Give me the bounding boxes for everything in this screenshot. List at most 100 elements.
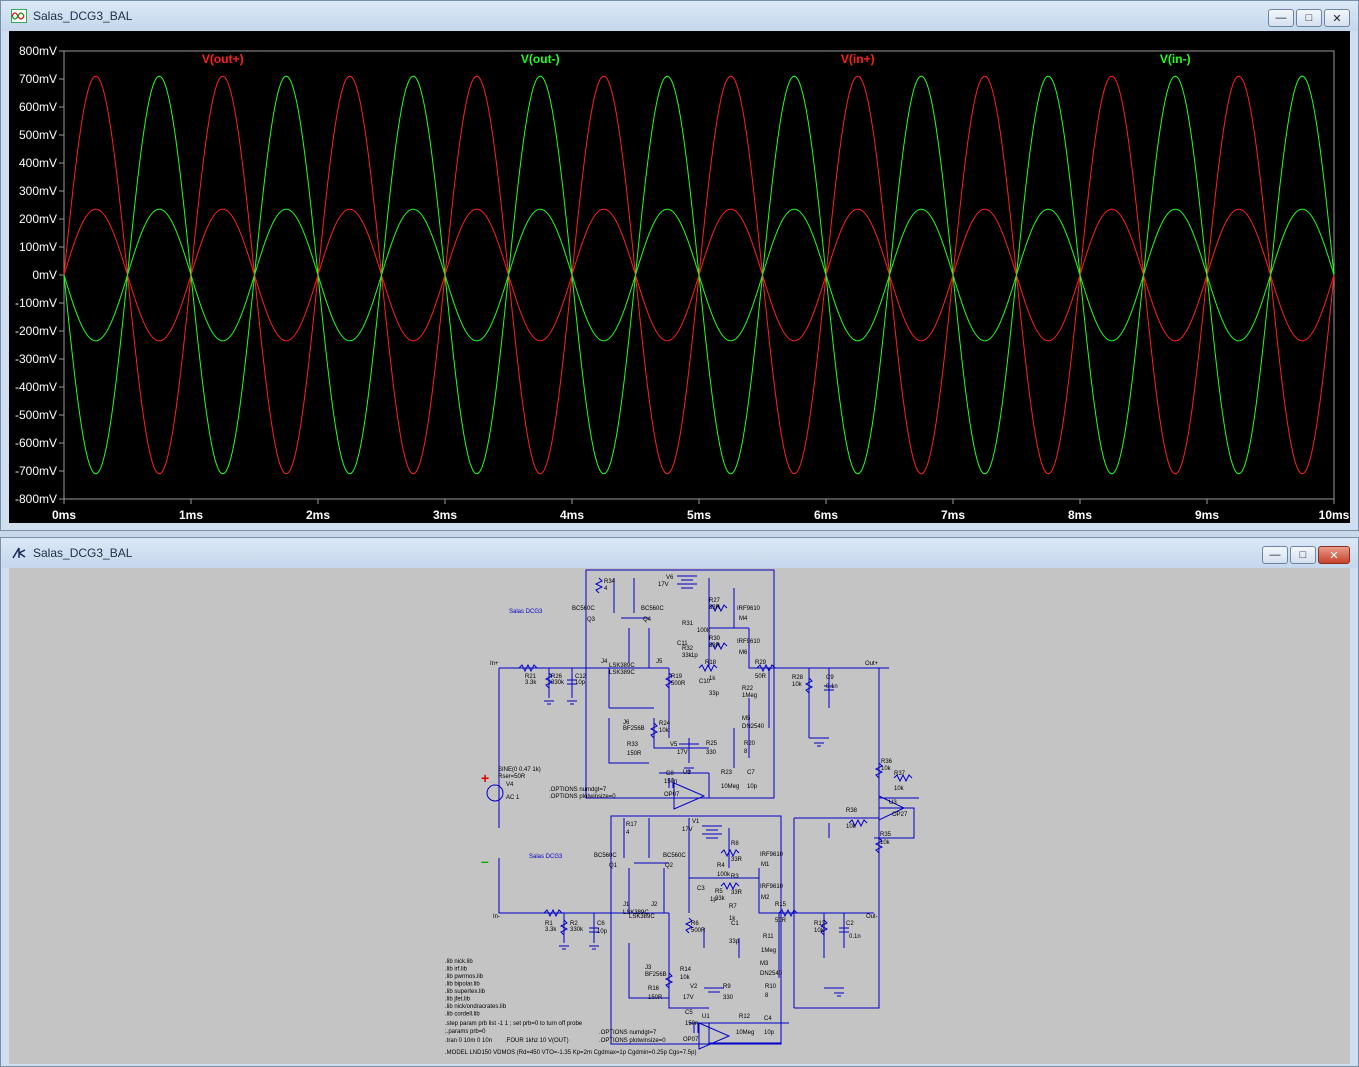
opamp-U1 [698, 1022, 731, 1050]
label-R11: R11 [763, 934, 774, 940]
x-tick-label: 8ms [1068, 508, 1092, 522]
plus-sign: + [481, 770, 489, 786]
label-R11v: 1Meg [761, 948, 776, 954]
schematic-canvas[interactable]: Salas DCG3 Salas DCG3 + – R34 4 V6 17V R27 33R BC5… [9, 568, 1350, 1064]
source-sine-label: SINE(0 0.47 1k) [498, 767, 541, 773]
label-R36: R36 [881, 759, 893, 765]
label-R36v: 10k [881, 766, 892, 772]
x-tick-label: 4ms [560, 508, 584, 522]
battery-V6 [677, 575, 697, 589]
source-name-label: V4 [506, 782, 514, 788]
schematic-titlebar[interactable]: Salas_DCG3_BAL — □ ✕ [1, 538, 1358, 568]
label-C2v: 0.1n [849, 934, 861, 940]
minimize-button[interactable]: — [1268, 9, 1294, 27]
resistor-R8 [720, 848, 740, 858]
y-tick-label: 0mV [32, 268, 57, 282]
label-R38v: 10k [846, 824, 857, 830]
label-R6: R6 [691, 921, 699, 927]
lib-directive: .lib irf.lib [445, 967, 468, 973]
legend-V(in-): V(in-) [1160, 52, 1191, 66]
step-directive: .step param prb list -1 1 ; set prb=0 to… [445, 1021, 583, 1027]
label-R30v: 33R [709, 643, 721, 649]
label-R19: R19 [671, 674, 683, 680]
resistor-R34 [594, 577, 604, 594]
lib-directive: .lib supertex.lib [445, 989, 486, 995]
label-C1: C1 [731, 921, 739, 927]
label-R21v: 3.3k [525, 680, 537, 686]
source-V4 [486, 784, 504, 802]
label-R18v: 1k [709, 676, 716, 682]
ground [544, 700, 554, 705]
y-tick-label: -400mV [15, 380, 57, 394]
ground [834, 992, 844, 997]
ground [589, 945, 599, 950]
label-R2v: 330k [570, 927, 584, 933]
x-tick-label: 9ms [1195, 508, 1219, 522]
label-C9: C9 [826, 675, 834, 681]
label-R23v: 10Meg [721, 784, 739, 790]
battery-V1 [702, 825, 722, 839]
label-V2v: 17V [683, 995, 694, 1001]
label-C8v: 150n [664, 779, 677, 785]
label-R35: R35 [880, 832, 892, 838]
label-R5v: 33k [715, 896, 726, 902]
label-C6: C6 [597, 921, 605, 927]
maximize-button[interactable]: □ [1296, 9, 1322, 27]
label-R28v: 10k [792, 682, 803, 688]
waveform-titlebar[interactable]: Salas_DCG3_BAL — □ ✕ [1, 1, 1358, 31]
close-button[interactable]: ✕ [1318, 546, 1350, 564]
y-tick-label: 100mV [19, 240, 57, 254]
resistor-R3 [720, 881, 740, 891]
label-M4: M4 [739, 616, 748, 622]
lib-directive: .lib bipolar.lib [445, 982, 480, 988]
label-R23: R23 [721, 770, 733, 776]
label-V6: V6 [666, 575, 674, 581]
label-J1: J1 [623, 902, 630, 908]
waveform-chart[interactable]: 800mV 700mV 600mV 500mV 400mV 300mV 200mV 100mV… [9, 31, 1352, 525]
label-C10: C10 [699, 679, 711, 685]
minimize-button[interactable]: — [1262, 546, 1288, 564]
y-tick-label: 500mV [19, 128, 57, 142]
waveform-plot-area[interactable]: 800mV 700mV 600mV 500mV 400mV 300mV 200mV 100mV… [9, 31, 1350, 523]
schematic-drawing[interactable]: Salas DCG3Salas DCG3+–R344V617VR2733RBC5… [9, 568, 1352, 1064]
label-R30: R30 [709, 636, 721, 642]
label-J3t: BF256B [645, 972, 667, 978]
label-C5v: 150n [685, 1021, 698, 1027]
x-tick-label: 0ms [52, 508, 76, 522]
label-R3v: 33R [731, 890, 743, 896]
label-R29: R29 [755, 660, 767, 666]
source-rser-label: Rser=50R [498, 774, 526, 780]
label-R28: R28 [792, 675, 804, 681]
x-tick-label: 3ms [433, 508, 457, 522]
y-tick-label: -800mV [15, 492, 57, 506]
minus-sign: – [481, 853, 489, 869]
label-R31v: 100k [697, 628, 711, 634]
label-R22v: 1Meg [742, 693, 757, 699]
label-R29v: 50R [755, 674, 767, 680]
label-V6v: 17V [658, 582, 669, 588]
label-C5: C5 [685, 1010, 693, 1016]
tran-directive: .tran 0 10m 0 10n [445, 1038, 492, 1044]
label-V2: V2 [690, 984, 698, 990]
label-OP07a: OP07 [664, 792, 680, 798]
label-M6t: IRF9610 [737, 639, 761, 645]
y-tick-label: 200mV [19, 212, 57, 226]
label-Q2: Q2 [665, 863, 674, 869]
waveform-window-title: Salas_DCG3_BAL [33, 9, 133, 23]
label-R16v: 150R [648, 995, 663, 1001]
label-J2t: LSK389C [629, 914, 655, 920]
label-C7: C7 [747, 770, 755, 776]
maximize-button[interactable]: □ [1290, 546, 1316, 564]
label-M5t: DN2540 [742, 724, 765, 730]
label-R26v: 330k [551, 680, 565, 686]
label-R10: R10 [765, 984, 777, 990]
options-bottom-2: .OPTIONS plotwinsize=0 [599, 1038, 666, 1044]
label-J4: J4 [601, 659, 608, 665]
legend-V(in+): V(in+) [841, 52, 875, 66]
label-R20v: 8 [744, 749, 748, 755]
label-C11v: 1p [691, 653, 698, 659]
close-button[interactable]: ✕ [1324, 9, 1350, 27]
label-C4v: 10p [764, 1030, 775, 1036]
label-R16: R16 [648, 986, 660, 992]
options-bottom-1: .OPTIONS numdgt=7 [599, 1030, 657, 1036]
